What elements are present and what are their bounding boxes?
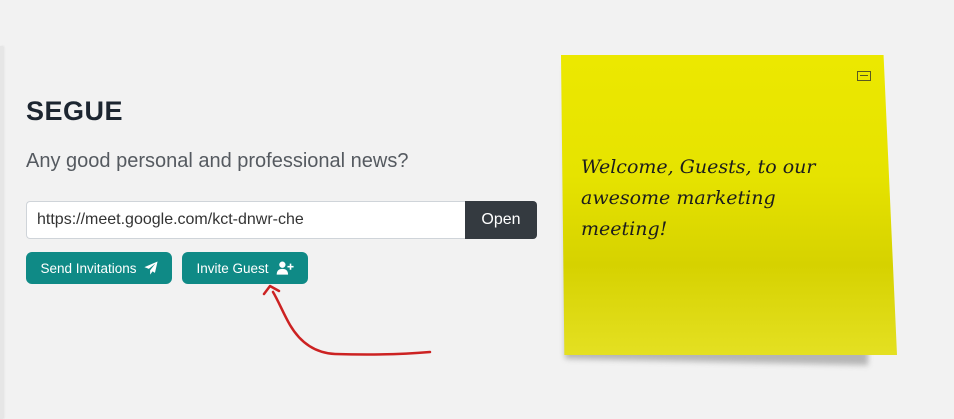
send-invitations-label: Send Invitations [40, 260, 137, 276]
panel-edge [0, 46, 3, 419]
meeting-url-group: Open [26, 201, 537, 239]
meeting-agenda-page: SEGUE Any good personal and professional… [0, 0, 954, 419]
send-invitations-button[interactable]: Send Invitations [26, 252, 172, 284]
user-plus-icon [276, 261, 294, 275]
section-title: SEGUE [26, 96, 124, 126]
open-button[interactable]: Open [465, 201, 537, 239]
section-prompt: Any good personal and professional news? [26, 150, 409, 172]
minimize-icon[interactable] [857, 71, 871, 81]
paper-plane-icon [143, 261, 158, 275]
invite-guest-label: Invite Guest [196, 260, 269, 276]
sticky-note-text: Welcome, Guests, to our awesome marketin… [581, 156, 816, 240]
meeting-url-input[interactable] [26, 201, 465, 239]
annotation-arrow-icon [262, 284, 432, 356]
